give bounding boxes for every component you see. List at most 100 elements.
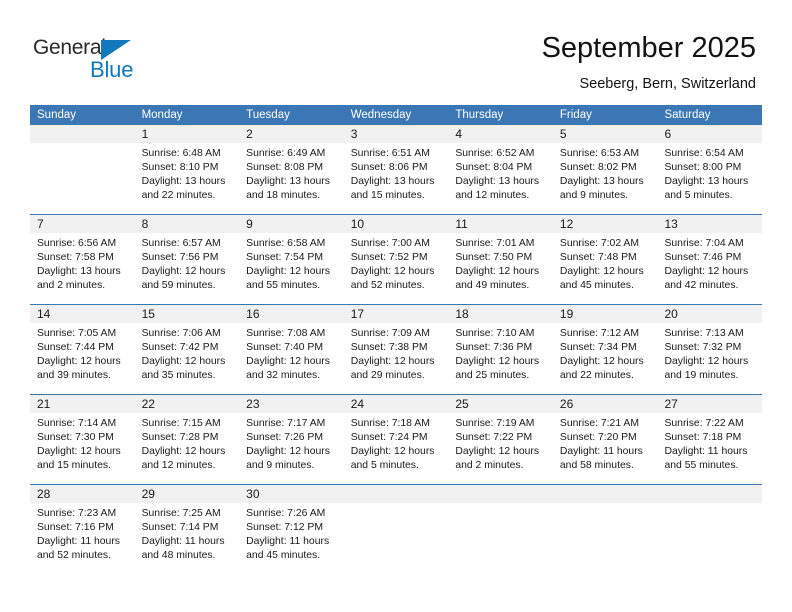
calendar-day-cell[interactable]: 25 Sunrise: 7:19 AM Sunset: 7:22 PM Dayligh… <box>448 395 553 484</box>
sunset-text: Sunset: 7:48 PM <box>559 252 637 264</box>
sunrise-text: Sunrise: 7:05 AM <box>37 328 117 339</box>
calendar-day-cell[interactable]: 17 Sunrise: 7:09 AM Sunset: 7:38 PM Dayligh… <box>343 305 449 394</box>
calendar-day-cell[interactable]: 14 Sunrise: 7:05 AM Sunset: 7:44 PM Dayligh… <box>30 305 135 394</box>
day-details: Sunrise: 7:18 AM Sunset: 7:24 PM Daylight:… <box>344 413 449 473</box>
calendar-day-cell[interactable]: 18 Sunrise: 7:10 AM Sunset: 7:36 PM Dayligh… <box>448 305 553 394</box>
day-number-band: 27 <box>657 395 763 413</box>
sunrise-text: Sunrise: 7:01 AM <box>455 238 535 249</box>
sunset-text: Sunset: 7:12 PM <box>246 522 323 534</box>
sunset-text: Sunset: 7:36 PM <box>455 342 533 354</box>
daylight-text-line1: Daylight: 11 hours <box>246 536 330 548</box>
calendar-day-cell[interactable]: 7 Sunrise: 6:56 AM Sunset: 7:58 PM Daylight… <box>30 215 135 304</box>
daylight-text-line2: and 58 minutes. <box>559 460 634 472</box>
calendar-day-cell[interactable]: 8 Sunrise: 6:57 AM Sunset: 7:56 PM Daylight… <box>134 215 240 304</box>
day-number-band <box>30 125 135 143</box>
sunrise-text: Sunrise: 6:49 AM <box>246 148 326 159</box>
daylight-text-line2: and 55 minutes. <box>664 460 739 472</box>
day-number-band: 13 <box>657 215 763 233</box>
calendar-day-cell[interactable]: 5 Sunrise: 6:53 AM Sunset: 8:02 PM Daylight… <box>552 125 658 214</box>
sunset-text: Sunset: 7:56 PM <box>141 252 219 264</box>
weekday-header-saturday: Saturday <box>664 109 711 121</box>
sunrise-text: Sunrise: 6:52 AM <box>455 148 535 159</box>
sunrise-text: Sunrise: 6:58 AM <box>246 238 326 249</box>
day-details: Sunrise: 6:53 AM Sunset: 8:02 PM Daylight:… <box>553 143 658 203</box>
daylight-text-line2: and 42 minutes. <box>664 280 739 292</box>
day-number: 2 <box>246 127 253 141</box>
sunset-text: Sunset: 8:06 PM <box>350 162 428 174</box>
daylight-text-line1: Daylight: 13 hours <box>37 266 121 278</box>
sunrise-text: Sunrise: 7:09 AM <box>350 328 430 339</box>
calendar-week-inner: 21 Sunrise: 7:14 AM Sunset: 7:30 PM Dayligh… <box>30 395 763 484</box>
sunrise-text: Sunrise: 7:22 AM <box>664 418 744 429</box>
day-number-band: 12 <box>552 215 658 233</box>
daylight-text-line1: Daylight: 12 hours <box>246 446 330 458</box>
weekday-header-monday: Monday <box>141 109 183 121</box>
sunset-text: Sunset: 7:52 PM <box>350 252 428 264</box>
day-details: Sunrise: 7:21 AM Sunset: 7:20 PM Daylight:… <box>553 413 658 473</box>
calendar-day-cell[interactable]: 1 Sunrise: 6:48 AM Sunset: 8:10 PM Daylight… <box>134 125 240 214</box>
daylight-text-line2: and 45 minutes. <box>246 550 321 562</box>
sunrise-text: Sunrise: 7:26 AM <box>246 508 326 519</box>
day-number-band: 3 <box>343 125 449 143</box>
day-number-band: 6 <box>657 125 763 143</box>
daylight-text-line2: and 22 minutes. <box>141 190 216 202</box>
page-header: General Blue September 2025 Seeberg, Ber… <box>0 0 792 100</box>
calendar-day-cell[interactable]: 20 Sunrise: 7:13 AM Sunset: 7:32 PM Dayligh… <box>657 305 763 394</box>
daylight-text-line1: Daylight: 12 hours <box>141 266 226 278</box>
day-number-band: 2 <box>239 125 344 143</box>
day-details: Sunrise: 7:13 AM Sunset: 7:32 PM Daylight:… <box>657 323 762 383</box>
day-number-band: 26 <box>552 395 658 413</box>
day-number-band: 9 <box>239 215 344 233</box>
day-number: 12 <box>559 217 574 231</box>
calendar-day-cell[interactable]: 11 Sunrise: 7:01 AM Sunset: 7:50 PM Dayligh… <box>448 215 553 304</box>
calendar-day-cell[interactable]: 19 Sunrise: 7:12 AM Sunset: 7:34 PM Dayligh… <box>552 305 658 394</box>
sunrise-text: Sunrise: 7:06 AM <box>141 328 221 339</box>
calendar-day-cell[interactable]: 9 Sunrise: 6:58 AM Sunset: 7:54 PM Daylight… <box>239 215 344 304</box>
weekday-header-thursday: Thursday <box>455 109 504 121</box>
day-number-band: 23 <box>239 395 344 413</box>
page-title: September 2025 <box>541 32 756 64</box>
calendar-day-cell[interactable]: 6 Sunrise: 6:54 AM Sunset: 8:00 PM Daylight… <box>657 125 763 214</box>
day-number-band: 16 <box>239 305 344 323</box>
sunrise-text: Sunrise: 7:21 AM <box>559 418 640 429</box>
sunset-text: Sunset: 7:22 PM <box>455 432 533 444</box>
day-number-band: 28 <box>30 485 135 503</box>
calendar-day-cell[interactable]: 24 Sunrise: 7:18 AM Sunset: 7:24 PM Dayligh… <box>343 395 449 484</box>
calendar-day-cell[interactable]: 10 Sunrise: 7:00 AM Sunset: 7:52 PM Dayligh… <box>343 215 449 304</box>
calendar-day-cell[interactable]: 28 Sunrise: 7:23 AM Sunset: 7:16 PM Dayligh… <box>30 485 135 574</box>
day-number: 1 <box>141 127 149 141</box>
day-details: Sunrise: 7:22 AM Sunset: 7:18 PM Daylight:… <box>657 413 762 473</box>
calendar-day-cell[interactable]: 16 Sunrise: 7:08 AM Sunset: 7:40 PM Dayligh… <box>239 305 344 394</box>
daylight-text-line1: Daylight: 12 hours <box>559 356 644 368</box>
calendar-day-cell[interactable]: 27 Sunrise: 7:22 AM Sunset: 7:18 PM Dayligh… <box>657 395 763 484</box>
sunset-text: Sunset: 8:04 PM <box>455 162 533 174</box>
calendar-day-cell[interactable]: 23 Sunrise: 7:17 AM Sunset: 7:26 PM Dayligh… <box>239 395 344 484</box>
calendar-day-cell[interactable]: 30 Sunrise: 7:26 AM Sunset: 7:12 PM Dayligh… <box>239 485 344 574</box>
calendar-week-row: 14 Sunrise: 7:05 AM Sunset: 7:44 PM Dayligh… <box>30 304 763 394</box>
daylight-text-line2: and 59 minutes. <box>141 280 216 292</box>
calendar-day-cell[interactable]: 26 Sunrise: 7:21 AM Sunset: 7:20 PM Dayligh… <box>552 395 658 484</box>
calendar-day-cell[interactable]: 3 Sunrise: 6:51 AM Sunset: 8:06 PM Daylight… <box>343 125 449 214</box>
calendar-day-cell-empty <box>552 485 658 574</box>
day-number-band: 29 <box>134 485 240 503</box>
calendar-day-cell[interactable]: 12 Sunrise: 7:02 AM Sunset: 7:48 PM Dayligh… <box>552 215 658 304</box>
calendar-day-cell[interactable]: 29 Sunrise: 7:25 AM Sunset: 7:14 PM Dayligh… <box>134 485 240 574</box>
calendar-day-cell[interactable]: 2 Sunrise: 6:49 AM Sunset: 8:08 PM Daylight… <box>239 125 344 214</box>
calendar-day-cell[interactable]: 21 Sunrise: 7:14 AM Sunset: 7:30 PM Dayligh… <box>30 395 135 484</box>
day-number-band: 10 <box>343 215 449 233</box>
calendar-day-cell[interactable]: 4 Sunrise: 6:52 AM Sunset: 8:04 PM Daylight… <box>448 125 553 214</box>
daylight-text-line2: and 12 minutes. <box>455 190 530 202</box>
daylight-text-line2: and 52 minutes. <box>37 550 111 562</box>
day-number-band: 15 <box>134 305 240 323</box>
day-details: Sunrise: 7:01 AM Sunset: 7:50 PM Daylight:… <box>448 233 553 293</box>
daylight-text-line1: Daylight: 12 hours <box>455 356 540 368</box>
day-number-band: 21 <box>30 395 135 413</box>
day-details: Sunrise: 6:49 AM Sunset: 8:08 PM Daylight:… <box>239 143 344 203</box>
calendar-day-cell[interactable]: 22 Sunrise: 7:15 AM Sunset: 7:28 PM Dayligh… <box>134 395 240 484</box>
sunrise-text: Sunrise: 6:57 AM <box>141 238 221 249</box>
calendar-day-cell[interactable]: 13 Sunrise: 7:04 AM Sunset: 7:46 PM Dayligh… <box>657 215 763 304</box>
calendar-day-cell[interactable]: 15 Sunrise: 7:06 AM Sunset: 7:42 PM Dayligh… <box>134 305 240 394</box>
daylight-text-line1: Daylight: 11 hours <box>141 536 225 548</box>
sunrise-text: Sunrise: 7:04 AM <box>664 238 744 249</box>
generalblue-logo[interactable]: General Blue <box>33 36 153 82</box>
